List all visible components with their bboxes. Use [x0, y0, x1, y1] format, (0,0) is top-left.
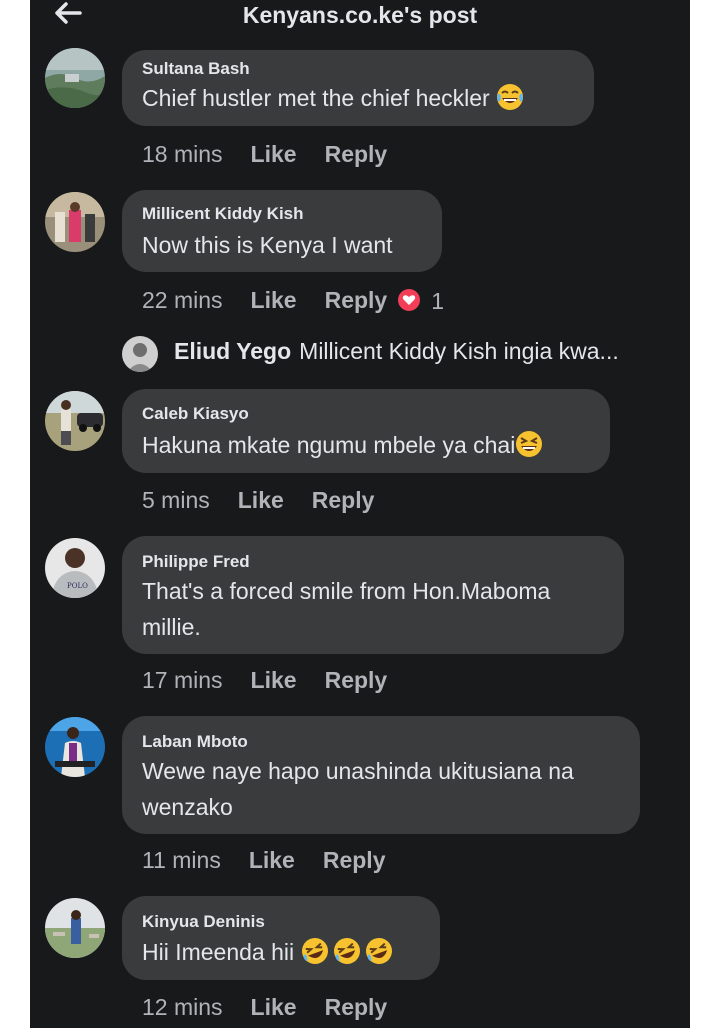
- reply-snippet: Millicent Kiddy Kish ingia kwa...: [299, 338, 619, 364]
- rolling-on-the-floor-laughing-icon: [333, 938, 360, 964]
- svg-text:POLO: POLO: [67, 582, 88, 590]
- top-bar: Kenyans.co.ke's post: [30, 0, 690, 32]
- comment-bubble: Millicent Kiddy Kish Now this is Kenya I…: [122, 190, 442, 272]
- comment-bubble: Caleb Kiasyo Hakuna mkate ngumu mbele ya…: [122, 389, 610, 473]
- comment-time: 5 mins: [142, 487, 210, 514]
- comment-meta: 5 mins Like Reply: [142, 486, 402, 514]
- comment-text: Now this is Kenya I want: [142, 232, 393, 258]
- comment-author[interactable]: Millicent Kiddy Kish: [142, 204, 304, 224]
- comment-bubble: Sultana Bash Chief hustler met the chief…: [122, 50, 594, 126]
- comment-time: 18 mins: [142, 141, 223, 168]
- comment-text: Chief hustler met the chief heckler: [142, 80, 524, 116]
- comment-meta: 22 mins Like Reply 1: [142, 286, 444, 315]
- like-button[interactable]: Like: [251, 287, 297, 314]
- avatar[interactable]: [45, 898, 105, 958]
- comment-author[interactable]: Philippe Fred: [142, 552, 250, 572]
- avatar[interactable]: POLO: [45, 538, 105, 598]
- comment-bubble: Laban Mboto Wewe naye hapo unashinda uki…: [122, 716, 640, 834]
- comment-author[interactable]: Kinyua Deninis: [142, 912, 265, 932]
- comment-text: Hii Imeenda hii: [142, 934, 393, 970]
- avatar[interactable]: [45, 391, 105, 451]
- reply-button[interactable]: Reply: [312, 487, 375, 514]
- reply-button[interactable]: Reply: [325, 141, 388, 168]
- avatar: [122, 336, 158, 372]
- comment-author[interactable]: Caleb Kiasyo: [142, 404, 249, 424]
- rolling-on-the-floor-laughing-icon: [301, 938, 328, 964]
- reply-button[interactable]: Reply: [325, 994, 388, 1021]
- avatar[interactable]: [45, 717, 105, 777]
- heart-reaction-icon: [398, 288, 421, 311]
- comment-author[interactable]: Laban Mboto: [142, 732, 248, 752]
- comment-time: 22 mins: [142, 287, 223, 314]
- reaction-summary[interactable]: 1: [397, 287, 444, 315]
- like-button[interactable]: Like: [238, 487, 284, 514]
- reply-author: Eliud Yego: [174, 338, 292, 364]
- like-button[interactable]: Like: [251, 667, 297, 694]
- comment-author[interactable]: Sultana Bash: [142, 59, 250, 79]
- reply-preview-text: Eliud Yego Millicent Kiddy Kish ingia kwa…: [174, 338, 619, 365]
- comment-text: Hakuna mkate ngumu mbele ya chai: [142, 427, 543, 463]
- comment-meta: 12 mins Like Reply: [142, 993, 415, 1021]
- comment-bubble: Kinyua Deninis Hii Imeenda hii: [122, 896, 440, 980]
- comments-screen: Kenyans.co.ke's post Sultana Bash Chief …: [30, 0, 690, 1028]
- like-button[interactable]: Like: [249, 847, 295, 874]
- reply-button[interactable]: Reply: [325, 667, 388, 694]
- comment-bubble: Philippe Fred That's a forced smile from…: [122, 536, 624, 654]
- like-button[interactable]: Like: [251, 994, 297, 1021]
- comment-time: 11 mins: [142, 847, 221, 874]
- avatar[interactable]: [45, 48, 105, 108]
- comment-text: Wewe naye hapo unashinda ukitusiana na w…: [142, 758, 574, 820]
- like-button[interactable]: Like: [251, 141, 297, 168]
- grinning-squinting-face-icon: [516, 431, 543, 457]
- comment-meta: 17 mins Like Reply: [142, 666, 415, 694]
- comment-time: 12 mins: [142, 994, 223, 1021]
- rolling-on-the-floor-laughing-icon: [365, 938, 392, 964]
- page-title: Kenyans.co.ke's post: [242, 2, 478, 28]
- comment-meta: 18 mins Like Reply: [142, 140, 415, 168]
- comment-text: That's a forced smile from Hon.Maboma mi…: [142, 578, 551, 640]
- reply-button[interactable]: Reply: [325, 287, 388, 314]
- reaction-count: 1: [431, 288, 445, 315]
- avatar[interactable]: [45, 192, 105, 252]
- reply-button[interactable]: Reply: [323, 847, 386, 874]
- comment-time: 17 mins: [142, 667, 223, 694]
- face-with-tears-of-joy-icon: [497, 84, 524, 110]
- comment-meta: 11 mins Like Reply: [142, 846, 414, 874]
